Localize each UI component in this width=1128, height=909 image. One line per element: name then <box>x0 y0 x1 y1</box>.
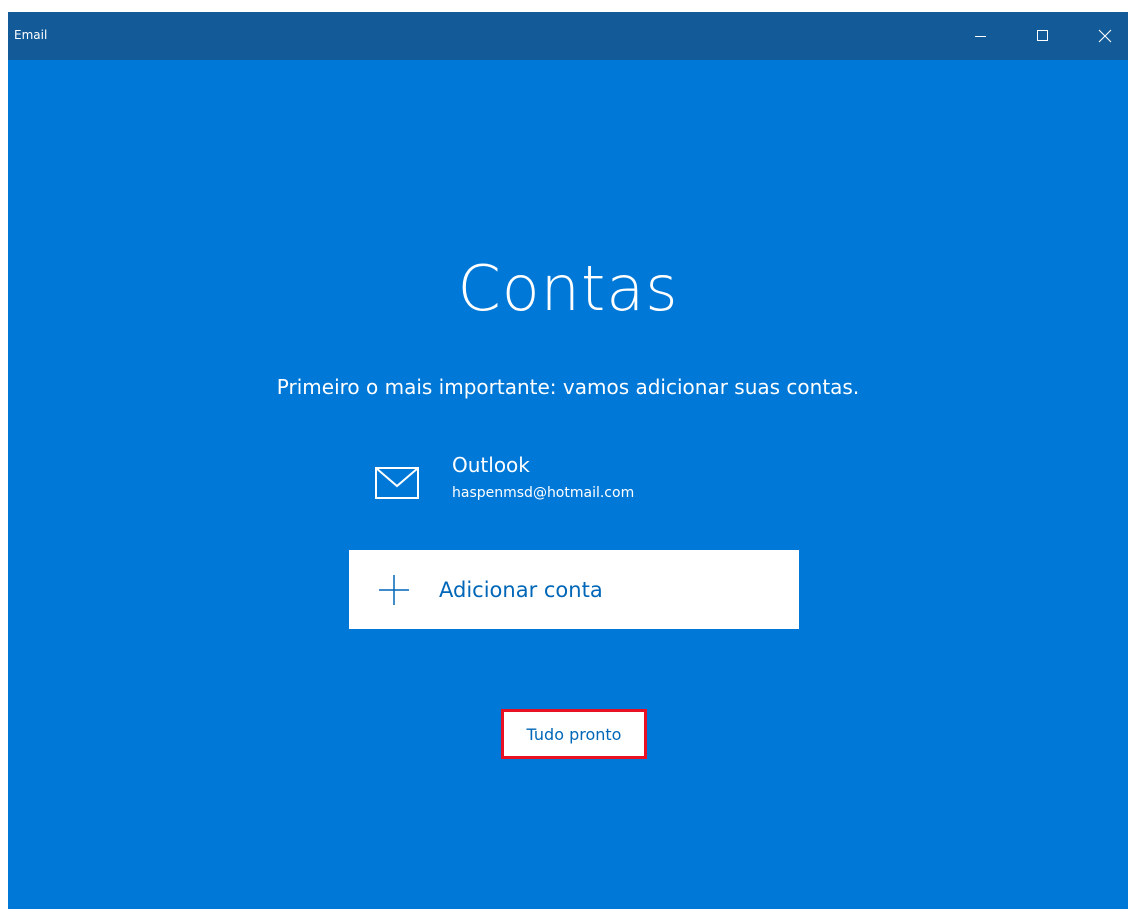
mail-icon <box>375 467 419 499</box>
title-bar: Email <box>8 12 1128 60</box>
minimize-button[interactable] <box>958 12 1004 60</box>
page-title: Contas <box>457 252 679 325</box>
minimize-icon <box>975 36 986 37</box>
page-subtitle: Primeiro o mais importante: vamos adicio… <box>276 375 860 399</box>
done-button[interactable]: Tudo pronto <box>501 709 647 759</box>
app-title: Email <box>14 28 48 42</box>
plus-icon <box>379 575 409 605</box>
maximize-icon <box>1037 30 1048 41</box>
maximize-button[interactable] <box>1020 12 1066 60</box>
add-account-button[interactable]: Adicionar conta <box>349 550 799 629</box>
close-button[interactable] <box>1082 12 1128 60</box>
account-provider-name: Outlook <box>452 453 530 477</box>
add-account-label: Adicionar conta <box>439 578 603 602</box>
account-list-item[interactable]: Outlook haspenmsd@hotmail.com <box>368 450 788 514</box>
mail-app-window: Email Contas Primeiro o mais importante:… <box>8 12 1128 909</box>
close-icon <box>1098 29 1112 43</box>
account-email: haspenmsd@hotmail.com <box>452 485 635 501</box>
